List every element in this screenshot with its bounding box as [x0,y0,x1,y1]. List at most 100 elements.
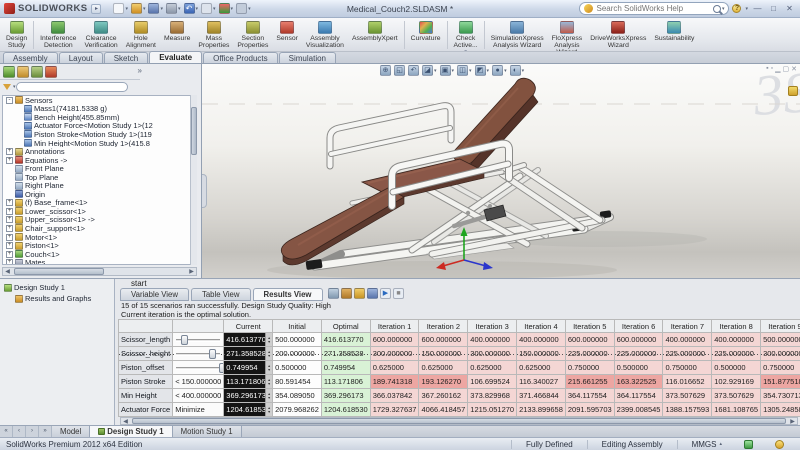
previous-tab-icon[interactable]: ‹ [13,426,26,437]
current-value-cell[interactable]: 369.296173▴▾ [224,389,273,403]
dropdown-icon[interactable]: ▾ [125,6,128,12]
previous-view-button[interactable]: ↶ [408,65,419,76]
document-tab-design-study-1[interactable]: Design Study 1 [90,426,172,437]
next-tab-icon[interactable]: › [26,426,39,437]
column-header-iteration-2[interactable]: Iteration 2 [419,320,468,333]
dropdown-icon[interactable]: ▾ [434,68,437,74]
search-icon[interactable] [713,5,721,13]
select-icon[interactable] [201,3,212,14]
design-study-button[interactable]: DesignStudy [2,19,31,51]
tab-sketch[interactable]: Sketch [104,52,148,63]
results-compare-icon[interactable] [341,288,352,299]
collapse-icon[interactable]: - [6,97,13,104]
propertymanager-tab-icon[interactable] [17,66,29,78]
dropdown-icon[interactable]: ▾ [504,68,507,74]
tab-office-products[interactable]: Office Products [203,52,278,63]
filter-input[interactable] [16,82,128,92]
value-stepper[interactable]: ▴▾ [265,333,272,346]
save-icon[interactable] [148,3,159,14]
tree-item-piston-stroke-motion-study-1[interactable]: Piston Stroke<Motion Study 1>(119 [3,130,196,139]
help-dropdown-icon[interactable]: ▾ [745,6,748,12]
dropdown-icon[interactable]: ▾ [143,6,146,12]
column-header-iteration-1[interactable]: Iteration 1 [370,320,419,333]
tree-item-origin[interactable]: Origin [3,190,196,199]
tree-item-front-plane[interactable]: Front Plane [3,164,196,173]
clearance-verification-button[interactable]: ClearanceVerification [80,19,121,51]
stop-icon[interactable]: ■ [393,288,404,299]
tab-simulation[interactable]: Simulation [279,52,336,63]
expand-icon[interactable]: + [6,234,13,241]
panel-splitter-grip[interactable] [202,174,207,208]
undo-icon[interactable]: ↶ [184,3,195,14]
expand-icon[interactable]: + [6,148,13,155]
curvature-button[interactable]: Curvature [407,19,445,51]
new-document-button[interactable]: ▾ [113,3,128,14]
play-icon[interactable]: ▶ [380,288,391,299]
column-header-iteration-8[interactable]: Iteration 8 [712,320,761,333]
new-document-icon[interactable] [113,3,124,14]
tree-item-mass1[interactable]: Mass1(74181.5338 g) [3,105,196,114]
print-icon[interactable] [166,3,177,14]
select-button[interactable]: ▾ [201,3,216,14]
first-tab-icon[interactable]: « [0,426,13,437]
tree-item-f-base-frame-1[interactable]: +(f) Base_frame<1> [3,199,196,208]
tree-item-upper-scissor-1[interactable]: +Upper_scissor<1> -> [3,216,196,225]
view-orientation-button[interactable]: ▣▾ [440,65,455,76]
dropdown-icon[interactable]: ▾ [231,6,234,12]
tree-item-mates[interactable]: +Mates [3,258,196,265]
tree-item-actuator-force-motion-study-1[interactable]: Actuator Force<Motion Study 1>(12 [3,122,196,131]
displaymanager-tab-icon[interactable] [45,66,57,78]
last-tab-icon[interactable]: » [39,426,52,437]
variable-slider-cell[interactable] [173,361,224,375]
scrollbar-thumb[interactable] [132,418,786,424]
assistance-icon[interactable] [775,440,784,449]
appearances-button[interactable]: ●▾ [492,65,507,76]
driveworksxpress-wizard-button[interactable]: DriveWorksXpressWizard [586,19,650,51]
document-tab-motion-study-1[interactable]: Motion Study 1 [173,426,242,437]
scroll-right-icon[interactable]: ▶ [187,268,196,275]
open-button[interactable]: ▾ [131,3,146,14]
assembly-visualization-button[interactable]: AssemblyVisualization [302,19,348,51]
print-button[interactable]: ▾ [166,3,181,14]
tree-item-bench-height[interactable]: Bench Height(455.85mm) [3,113,196,122]
value-stepper[interactable]: ▴▾ [265,403,272,416]
slider-handle[interactable] [209,349,216,359]
configurationmanager-tab-icon[interactable] [31,66,43,78]
tab-assembly[interactable]: Assembly [3,52,58,63]
minimize-doc-icon[interactable]: ▫ [771,65,773,73]
results-and-graphs-item[interactable]: Results and Graphs [0,293,114,304]
tree-horizontal-scrollbar[interactable]: ◀ ▶ [2,267,197,276]
section-properties-button[interactable]: SectionProperties [233,19,272,51]
dropdown-icon[interactable]: ▾ [178,6,181,12]
scene-button[interactable]: ◐▾ [510,65,525,76]
variable-slider-cell[interactable] [173,347,224,361]
dropdown-icon[interactable]: ▾ [452,68,455,74]
tab-results-view[interactable]: Results View [253,288,323,301]
dropdown-icon[interactable]: ▾ [160,6,163,12]
tab-layout[interactable]: Layout [59,52,103,63]
current-value-cell[interactable]: 1204.618530▴▾ [224,403,273,417]
scroll-left-icon[interactable]: ◀ [121,418,130,425]
dropdown-icon[interactable]: ▾ [213,6,216,12]
display-style-button[interactable]: ◫▾ [457,65,472,76]
document-tab-model[interactable]: Model [52,426,90,437]
expand-icon[interactable]: + [6,242,13,249]
maximize-doc-icon[interactable]: ▢ [783,65,790,73]
scroll-left-icon[interactable]: ◀ [3,268,12,275]
options-button[interactable]: ▾ [236,3,251,14]
expand-icon[interactable]: + [6,259,13,265]
open-icon[interactable] [131,3,142,14]
tree-item-annotations[interactable]: +Annotations [3,147,196,156]
tree-item-top-plane[interactable]: Top Plane [3,173,196,182]
couch-3d-model[interactable] [202,64,800,278]
featuremanager-tab-icon[interactable] [3,66,15,78]
options-icon[interactable] [236,3,247,14]
value-stepper[interactable]: ▴▾ [265,361,272,374]
assemblyxpert-button[interactable]: AssemblyXpert [348,19,402,51]
expand-display-pane-icon[interactable]: » [138,66,142,75]
graphics-viewport[interactable]: 3S ⊕◱↶◪▾▣▾◫▾◩▾●▾◐▾ ▪▫▁▢✕ [202,64,800,278]
tab-evaluate[interactable]: Evaluate [149,51,202,63]
rebuild-button[interactable]: ▾ [219,3,234,14]
help-icon[interactable]: ? [732,4,741,13]
tree-vertical-scrollbar[interactable] [190,95,197,265]
